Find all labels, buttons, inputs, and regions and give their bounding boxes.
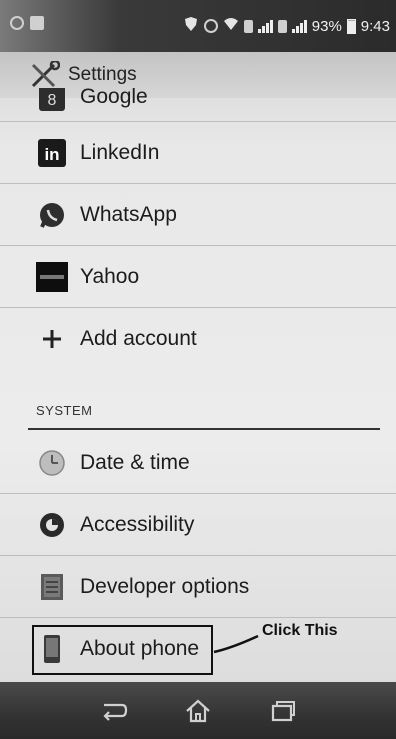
section-divider	[28, 428, 380, 430]
wifi-icon	[223, 17, 239, 35]
list-item-label: Yahoo	[80, 264, 140, 288]
add-account-button[interactable]: Add account	[0, 308, 396, 370]
list-item-label: Add account	[80, 327, 197, 350]
list-item-developer-options[interactable]: Developer options	[0, 556, 396, 618]
sim-icon	[243, 19, 253, 33]
about-phone-highlight-box	[32, 625, 213, 675]
clock-time: 9:43	[360, 17, 390, 35]
accessibility-icon	[36, 509, 68, 541]
clock-icon	[36, 447, 68, 479]
google-icon: 8	[36, 88, 68, 114]
list-item-whatsapp[interactable]: WhatsApp	[0, 184, 396, 246]
shield-icon	[183, 16, 199, 36]
list-item-yahoo[interactable]: Yahoo	[0, 246, 396, 308]
list-item-label: Accessibility	[80, 512, 195, 536]
svg-text:in: in	[44, 145, 59, 164]
linkedin-icon: in	[36, 137, 68, 169]
phone-screen: 93% 9:43 Settings 8 Google in LinkedIn W…	[0, 0, 396, 739]
list-item-label: LinkedIn	[80, 140, 160, 164]
list-item-accessibility[interactable]: Accessibility	[0, 494, 396, 556]
list-item-date-time[interactable]: Date & time	[0, 432, 396, 494]
settings-tools-icon[interactable]	[30, 59, 61, 89]
list-item-label: Google	[80, 88, 148, 108]
section-header-system: SYSTEM	[36, 402, 93, 418]
list-item-label: WhatsApp	[80, 202, 177, 226]
signal2-icon	[291, 19, 307, 33]
list-item-label: Developer options	[80, 574, 250, 598]
svg-text:8: 8	[48, 92, 57, 109]
sync-icon	[203, 19, 218, 33]
yahoo-icon	[36, 261, 68, 293]
signal-icon	[257, 19, 273, 33]
navigation-bar	[0, 682, 396, 739]
whatsapp-icon	[36, 199, 68, 231]
notification-icon	[10, 16, 24, 30]
list-item-google[interactable]: 8 Google	[0, 88, 396, 122]
sim2-icon	[277, 19, 287, 33]
plus-icon	[36, 323, 68, 355]
list-item-label: Date & time	[80, 450, 190, 474]
back-icon[interactable]	[93, 691, 133, 731]
recents-icon[interactable]	[263, 691, 303, 731]
battery-icon	[346, 18, 356, 34]
page-title: Settings	[68, 64, 137, 85]
home-icon[interactable]	[178, 691, 218, 731]
callout-label: Click This	[262, 622, 338, 639]
developer-icon	[36, 571, 68, 603]
gallery-notification-icon	[30, 16, 44, 30]
list-item-linkedin[interactable]: in LinkedIn	[0, 122, 396, 184]
battery-percent: 93%	[311, 17, 342, 35]
status-bar: 93% 9:43	[0, 0, 396, 52]
